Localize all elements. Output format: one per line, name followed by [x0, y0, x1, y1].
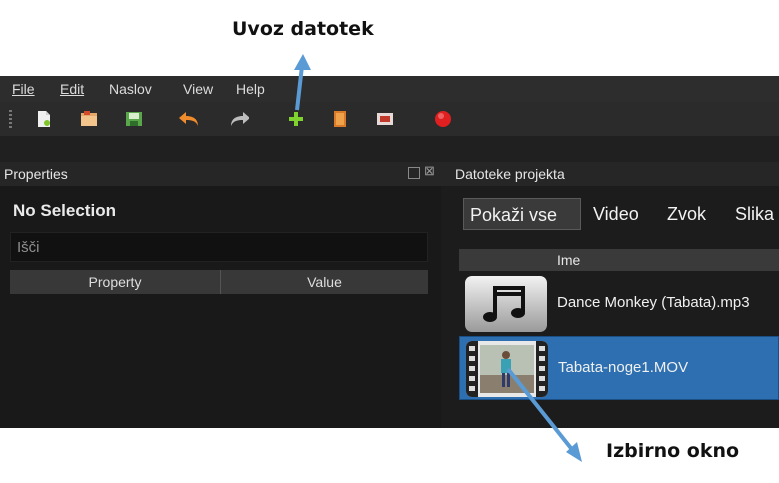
selection-label: No Selection [13, 201, 116, 220]
toolbar [0, 102, 779, 136]
video-thumbnail [466, 341, 548, 397]
column-value[interactable]: Value [221, 270, 428, 294]
menu-edit[interactable]: Edit [60, 81, 84, 97]
export-video-button[interactable] [433, 109, 453, 129]
undo-button[interactable] [178, 109, 198, 129]
file-row[interactable]: Dance Monkey (Tabata).mp3 [459, 272, 779, 336]
toolbar-grip[interactable] [9, 110, 12, 128]
undo-icon [179, 112, 198, 126]
selection-window-annotation: Izbirno okno [606, 440, 740, 462]
properties-header: Properties ⊠ [0, 162, 441, 186]
column-name: Ime [557, 252, 581, 268]
audio-thumbnail [465, 276, 547, 332]
open-project-button[interactable] [79, 109, 99, 129]
redo-icon [231, 112, 249, 126]
float-panel-icon[interactable] [408, 167, 420, 179]
project-files-panel: Datoteke projekta Pokaži vse Video Zvok … [441, 162, 779, 428]
file-name: Tabata-noge1.MOV [558, 359, 689, 376]
music-note-icon [465, 276, 547, 332]
menu-help[interactable]: Help [236, 81, 265, 97]
file-name: Dance Monkey (Tabata).mp3 [557, 294, 750, 311]
save-project-button[interactable] [124, 109, 144, 129]
project-files-title: Datoteke projekta [455, 166, 565, 182]
save-icon [126, 112, 142, 126]
plus-icon [289, 112, 303, 126]
project-files-header: Datoteke projekta [441, 162, 779, 186]
column-property[interactable]: Property [10, 270, 221, 294]
fullscreen-button[interactable] [375, 109, 395, 129]
file-row-selected[interactable]: Tabata-noge1.MOV [459, 336, 779, 400]
record-icon [435, 111, 451, 127]
new-project-button[interactable] [34, 109, 54, 129]
close-panel-icon[interactable]: ⊠ [424, 163, 435, 179]
film-strip-icon [334, 111, 346, 127]
menu-file[interactable]: File [12, 81, 35, 97]
menu-naslov[interactable]: Naslov [109, 81, 152, 97]
properties-table-header: Property Value [10, 270, 428, 294]
redo-button[interactable] [229, 109, 249, 129]
file-list-header[interactable]: Ime [459, 249, 779, 271]
tab-video[interactable]: Video [587, 198, 645, 230]
film-icon [377, 113, 393, 125]
properties-title: Properties [4, 166, 68, 182]
search-input[interactable] [11, 233, 427, 261]
app-window: File Edit Naslov View Help Properties ⊠ … [0, 76, 779, 428]
menu-bar: File Edit Naslov View Help [0, 76, 779, 102]
tab-image[interactable]: Slika [729, 198, 779, 230]
properties-panel: Properties ⊠ No Selection Property Value [0, 162, 441, 428]
video-frame-icon [466, 341, 548, 397]
import-files-button[interactable] [286, 109, 306, 129]
tab-show-all[interactable]: Pokaži vse [463, 198, 581, 230]
open-folder-icon [81, 111, 97, 126]
import-files-annotation: Uvoz datotek [232, 18, 374, 40]
profile-button[interactable] [330, 109, 350, 129]
properties-search[interactable] [10, 232, 428, 262]
new-document-icon [38, 111, 50, 127]
menu-view[interactable]: View [183, 81, 213, 97]
tab-audio[interactable]: Zvok [661, 198, 712, 230]
